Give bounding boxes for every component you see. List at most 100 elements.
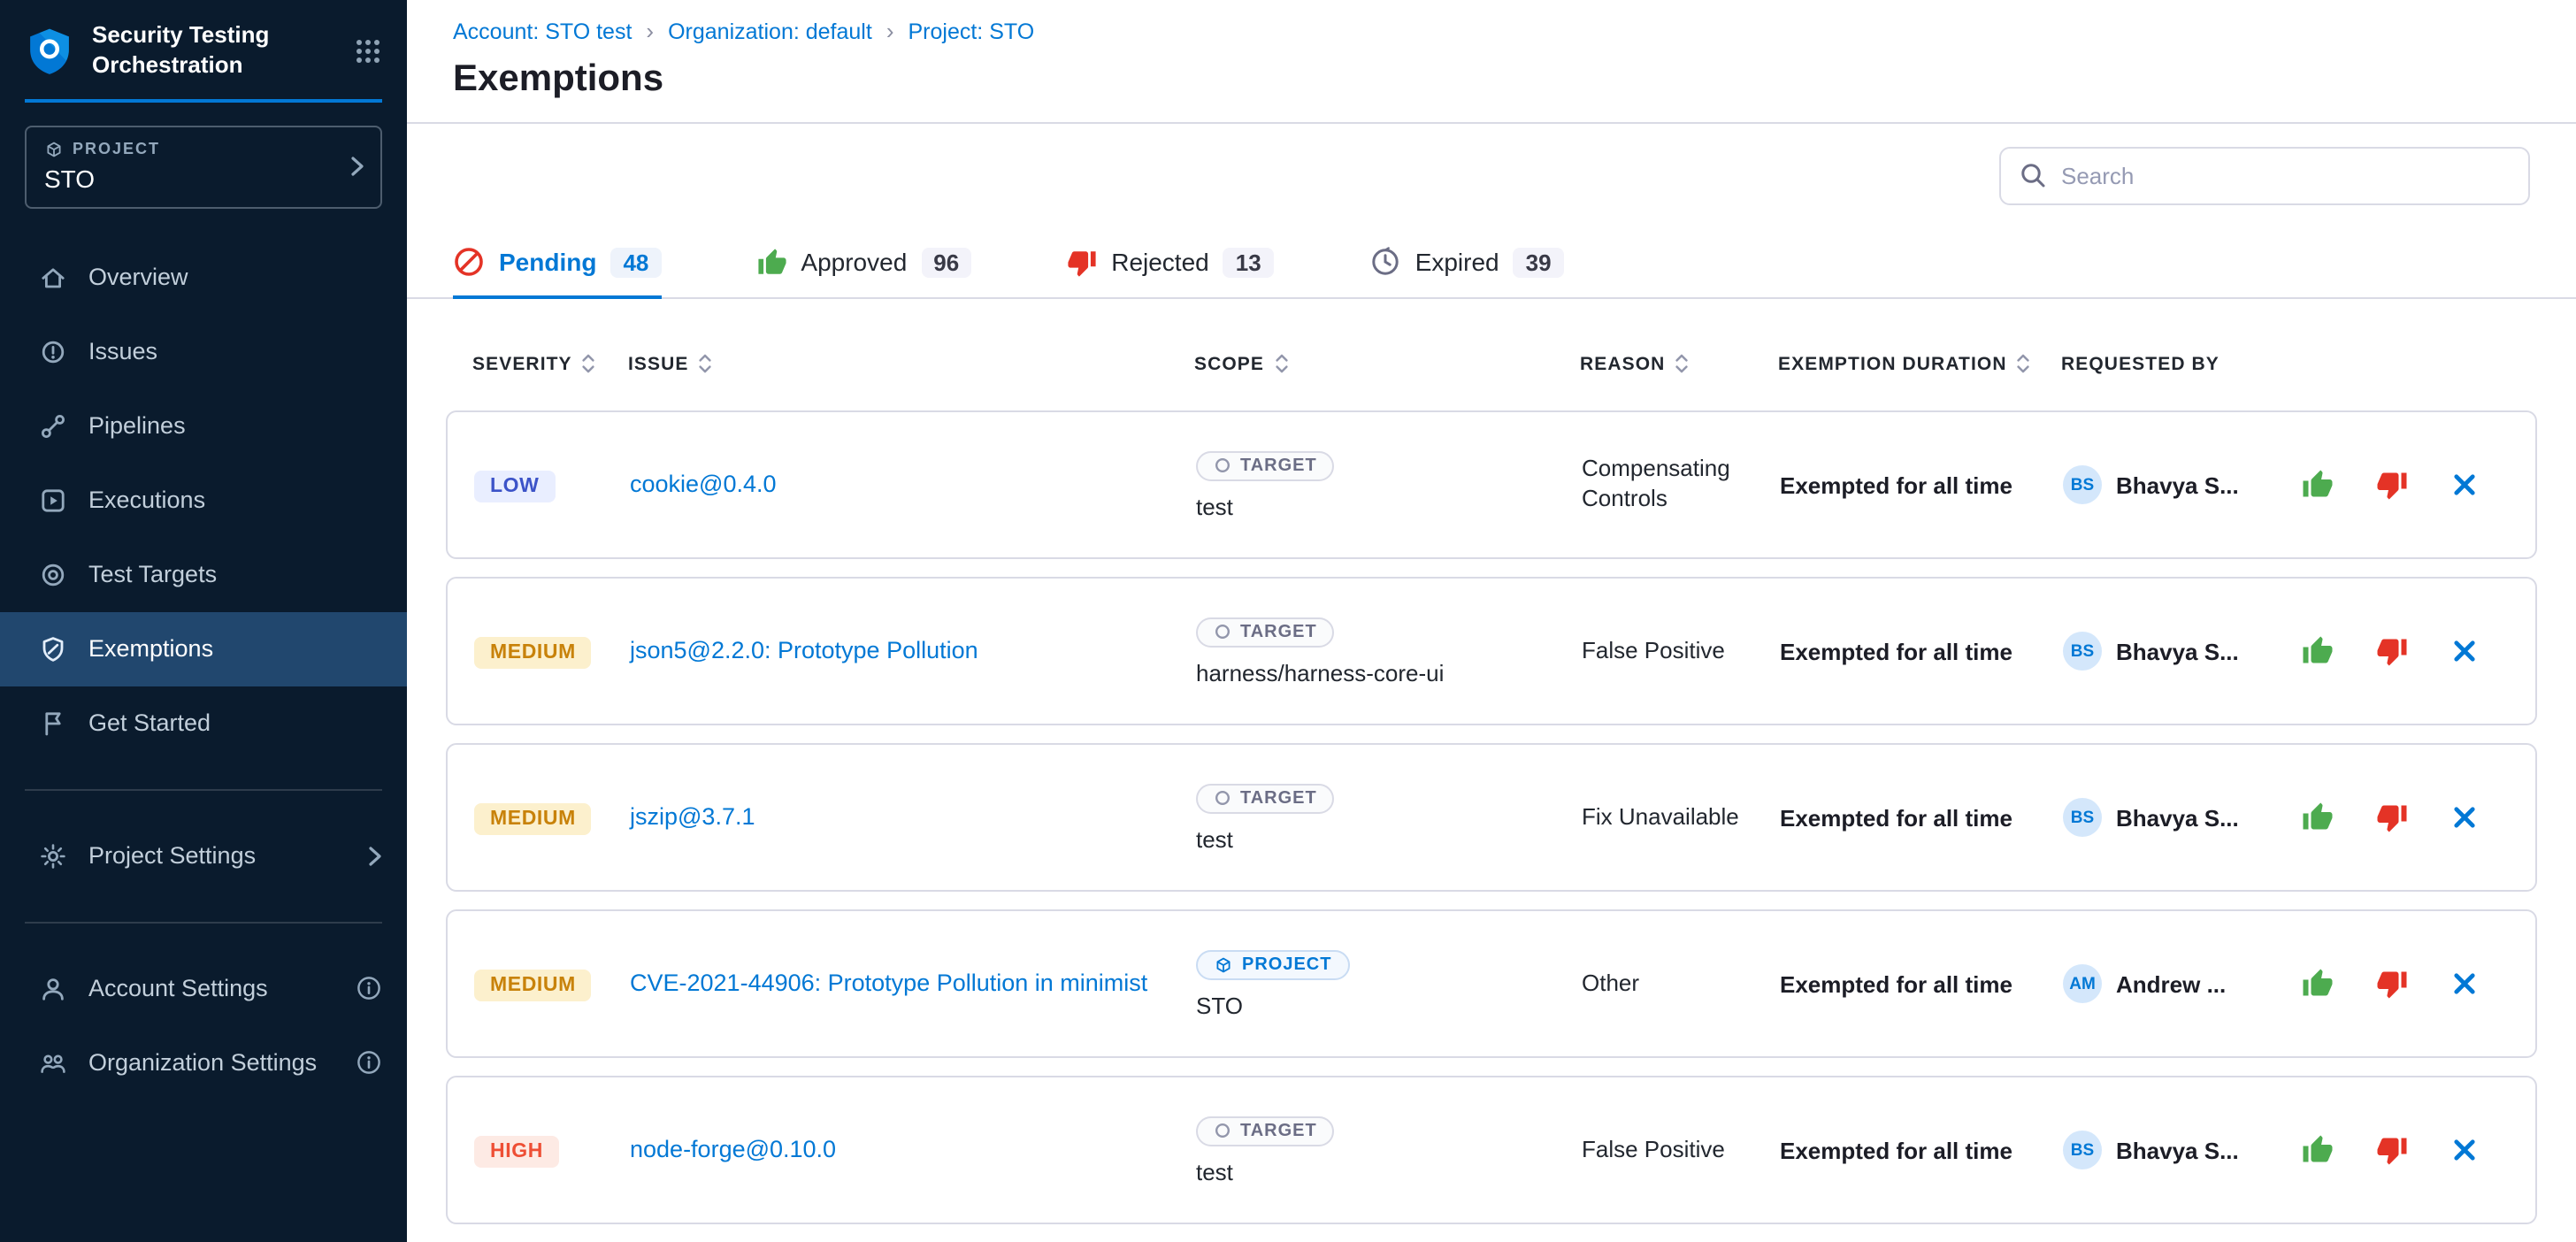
reason: Compensating Controls <box>1582 455 1780 515</box>
scope-badge-target: TARGET <box>1196 783 1335 813</box>
cancel-request-button[interactable] <box>2450 637 2479 665</box>
requester-name: Bhavya S... <box>2116 638 2239 664</box>
breadcrumb-project-link[interactable]: Project: STO <box>908 19 1035 43</box>
cancel-request-button[interactable] <box>2450 471 2479 499</box>
sidebar-item-label: Overview <box>88 264 188 291</box>
column-requested-by: REQUESTED BY <box>2061 353 2300 374</box>
reason: Fix Unavailable <box>1582 802 1780 832</box>
requester-name: Bhavya S... <box>2116 472 2239 498</box>
sidebar-item-label: Exemptions <box>88 636 213 663</box>
sidebar-item-get-started[interactable]: Get Started <box>0 686 407 761</box>
tab-rejected[interactable]: Rejected 13 <box>1067 228 1273 297</box>
cancel-request-button[interactable] <box>2450 803 2479 832</box>
thumbs-up-icon <box>756 248 786 278</box>
search-input[interactable] <box>2061 163 2511 189</box>
project-selector[interactable]: PROJECT STO <box>25 126 382 209</box>
column-reason[interactable]: REASON <box>1580 352 1778 375</box>
scope-badge-target: TARGET <box>1196 617 1335 647</box>
org-icon <box>39 1049 67 1077</box>
tab-label: Pending <box>499 249 596 277</box>
app-switcher-icon[interactable] <box>354 37 382 65</box>
issue-link[interactable]: jszip@3.7.1 <box>630 800 791 834</box>
sort-icon[interactable] <box>581 352 597 375</box>
avatar: BS <box>2063 798 2102 837</box>
sidebar-item-account-settings[interactable]: Account Settings <box>0 952 407 1026</box>
approve-button[interactable] <box>2302 968 2334 1000</box>
sidebar-item-test-targets[interactable]: Test Targets <box>0 538 407 612</box>
scope-name: test <box>1196 493 1233 519</box>
account-icon <box>39 975 67 1003</box>
tab-expired[interactable]: Expired 39 <box>1369 228 1564 297</box>
exemption-duration: Exempted for all time <box>1780 1137 2063 1163</box>
approve-button[interactable] <box>2302 801 2334 833</box>
sidebar-item-label: Organization Settings <box>88 1050 317 1077</box>
page-title: Exemptions <box>453 58 2530 101</box>
avatar: AM <box>2063 964 2102 1003</box>
cancel-request-button[interactable] <box>2450 970 2479 998</box>
sidebar-item-exemptions[interactable]: Exemptions <box>0 612 407 686</box>
exemption-duration: Exempted for all time <box>1780 970 2063 997</box>
flag-icon <box>39 709 67 738</box>
project-icon <box>44 140 64 159</box>
sort-icon[interactable] <box>2016 352 2032 375</box>
sort-icon[interactable] <box>1674 352 1690 375</box>
avatar: BS <box>2063 465 2102 504</box>
target-scope-icon <box>1214 789 1231 807</box>
sidebar-item-overview[interactable]: Overview <box>0 241 407 315</box>
exemption-row: MEDIUM CVE-2021-44906: Prototype Polluti… <box>446 909 2537 1058</box>
issue-link[interactable]: cookie@0.4.0 <box>630 467 812 502</box>
gear-icon <box>39 842 67 870</box>
sidebar: Security Testing Orchestration PROJECT S… <box>0 0 407 1242</box>
sidebar-item-pipelines[interactable]: Pipelines <box>0 389 407 464</box>
sidebar-item-project-settings[interactable]: Project Settings <box>0 819 407 893</box>
reject-button[interactable] <box>2376 635 2408 667</box>
tab-pending[interactable]: Pending 48 <box>453 228 661 297</box>
requester-name: Bhavya S... <box>2116 1137 2239 1163</box>
info-icon[interactable] <box>356 1050 382 1077</box>
sidebar-divider <box>25 922 382 924</box>
tabs-bar: Pending 48 Approved 96 Rejected 13 Expir… <box>407 228 2576 299</box>
issue-link[interactable]: node-forge@0.10.0 <box>630 1132 871 1167</box>
sidebar-header: Security Testing Orchestration <box>0 0 407 99</box>
page-header: Account: STO test › Organization: defaul… <box>407 0 2576 122</box>
tab-label: Approved <box>801 249 907 277</box>
scope-badge-target: TARGET <box>1196 1116 1335 1146</box>
reject-button[interactable] <box>2376 968 2408 1000</box>
scope-badge-target: TARGET <box>1196 450 1335 480</box>
sort-icon[interactable] <box>698 352 714 375</box>
sidebar-item-organization-settings[interactable]: Organization Settings <box>0 1026 407 1100</box>
approve-button[interactable] <box>2302 635 2334 667</box>
tab-approved[interactable]: Approved 96 <box>756 228 971 297</box>
reject-button[interactable] <box>2376 801 2408 833</box>
reject-button[interactable] <box>2376 1134 2408 1166</box>
exemption-list: LOW cookie@0.4.0 TARGET test Compensatin… <box>407 410 2576 1242</box>
breadcrumb-separator: › <box>886 18 894 44</box>
issue-link[interactable]: json5@2.2.0: Prototype Pollution <box>630 633 1014 668</box>
clock-icon <box>1369 247 1401 279</box>
avatar: BS <box>2063 1131 2102 1169</box>
exemption-row: MEDIUM json5@2.2.0: Prototype Pollution … <box>446 577 2537 725</box>
sort-icon[interactable] <box>1273 352 1289 375</box>
chevron-right-icon <box>350 157 364 178</box>
column-issue[interactable]: ISSUE <box>628 352 1194 375</box>
approve-button[interactable] <box>2302 469 2334 501</box>
sidebar-item-label: Account Settings <box>88 976 268 1002</box>
thumbs-down-icon <box>1067 248 1097 278</box>
column-severity[interactable]: SEVERITY <box>472 352 628 375</box>
column-exemption-duration[interactable]: EXEMPTION DURATION <box>1778 352 2061 375</box>
column-scope[interactable]: SCOPE <box>1194 352 1580 375</box>
breadcrumb-organization-link[interactable]: Organization: default <box>668 19 872 43</box>
breadcrumb-account-link[interactable]: Account: STO test <box>453 19 632 43</box>
sidebar-item-executions[interactable]: Executions <box>0 464 407 538</box>
main-content: Account: STO test › Organization: defaul… <box>407 0 2576 1242</box>
approve-button[interactable] <box>2302 1134 2334 1166</box>
sidebar-item-issues[interactable]: Issues <box>0 315 407 389</box>
info-icon[interactable] <box>356 976 382 1002</box>
issues-icon <box>39 338 67 366</box>
reject-button[interactable] <box>2376 469 2408 501</box>
search-box[interactable] <box>1999 147 2530 205</box>
project-selector-value: STO <box>44 165 334 193</box>
issue-link[interactable]: CVE-2021-44906: Prototype Pollution in m… <box>630 966 1183 1000</box>
harness-logo[interactable] <box>25 27 74 76</box>
cancel-request-button[interactable] <box>2450 1136 2479 1164</box>
